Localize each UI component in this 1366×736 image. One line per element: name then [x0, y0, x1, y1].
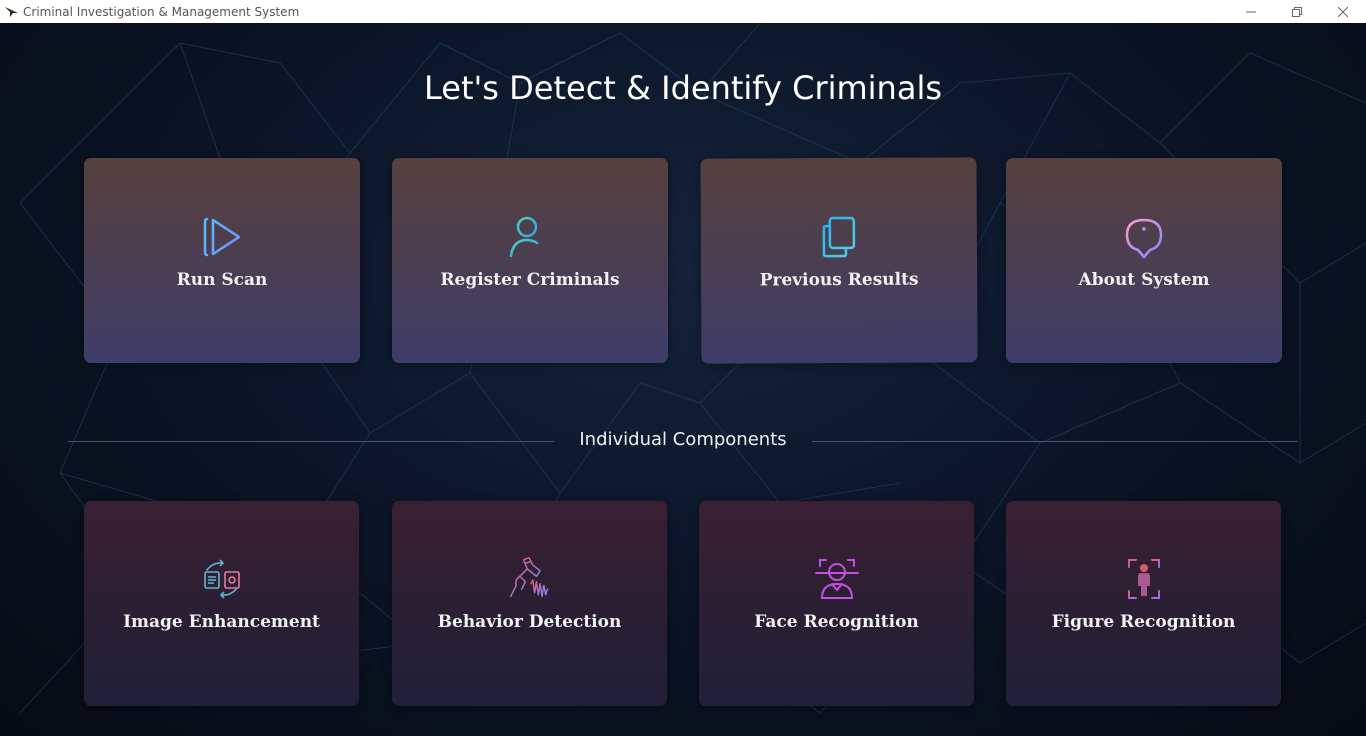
page-heading: Let's Detect & Identify Criminals: [423, 69, 942, 107]
info-icon: [1121, 214, 1167, 260]
run-scan-card[interactable]: Run Scan: [84, 158, 360, 363]
add-user-icon: [507, 214, 553, 260]
face-recognition-card[interactable]: Face Recognition: [699, 501, 974, 706]
window-title: Criminal Investigation & Management Syst…: [23, 4, 300, 19]
behavior-detection-icon: [507, 556, 553, 602]
minimize-icon: [1246, 11, 1256, 12]
previous-results-card[interactable]: Previous Results: [700, 157, 978, 364]
section-title: Individual Components: [579, 429, 787, 450]
restore-button[interactable]: [1274, 0, 1320, 23]
about-system-card[interactable]: About System: [1006, 158, 1282, 363]
figure-recognition-card[interactable]: Figure Recognition: [1006, 501, 1281, 706]
restore-icon: [1292, 6, 1302, 17]
window-controls: [1228, 0, 1366, 23]
face-recognition-label: Face Recognition: [754, 612, 919, 632]
behavior-detection-label: Behavior Detection: [437, 612, 622, 632]
app-bird-icon: [5, 6, 18, 17]
register-criminals-card[interactable]: Register Criminals: [392, 158, 668, 363]
face-recognition-icon: [814, 556, 860, 602]
figure-recognition-icon: [1121, 556, 1167, 602]
play-icon: [199, 214, 245, 260]
run-scan-label: Run Scan: [176, 270, 268, 290]
register-criminals-label: Register Criminals: [440, 270, 620, 290]
main-area: Let's Detect & Identify Criminals Run Sc…: [0, 23, 1366, 736]
documents-icon: [816, 214, 862, 260]
about-system-label: About System: [1078, 270, 1210, 290]
figure-recognition-label: Figure Recognition: [1051, 612, 1236, 632]
close-icon: [1338, 6, 1348, 17]
image-enhancement-label: Image Enhancement: [123, 612, 320, 632]
image-enhancement-card[interactable]: Image Enhancement: [84, 501, 359, 706]
image-enhancement-icon: [199, 556, 245, 602]
title-bar: Criminal Investigation & Management Syst…: [0, 0, 1366, 23]
minimize-button[interactable]: [1228, 0, 1274, 23]
previous-results-label: Previous Results: [759, 269, 919, 291]
close-button[interactable]: [1320, 0, 1366, 23]
behavior-detection-card[interactable]: Behavior Detection: [392, 501, 667, 706]
